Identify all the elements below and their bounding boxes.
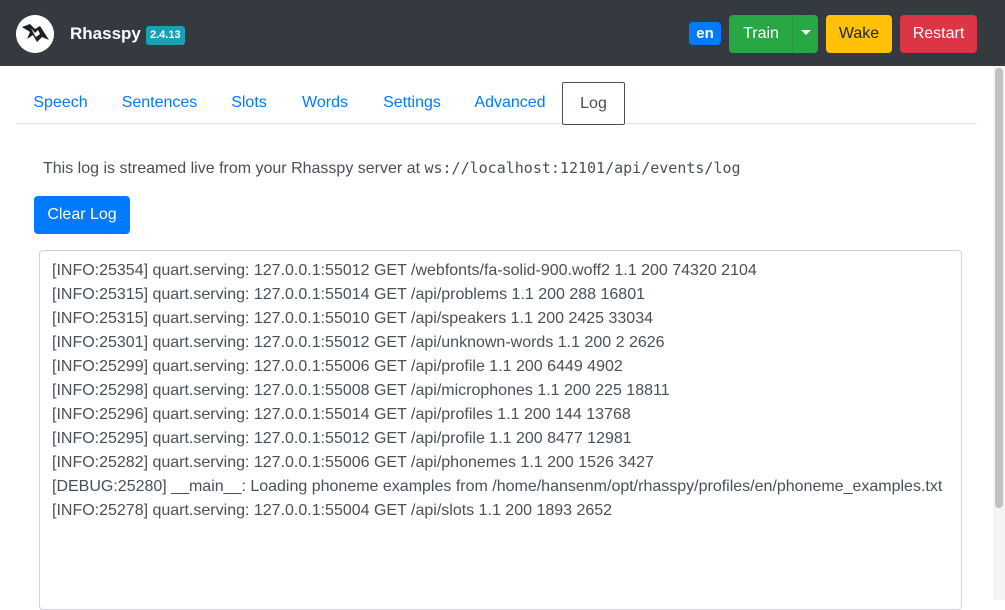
log-line: [INFO:25298] quart.serving: 127.0.0.1:55… [52, 382, 670, 399]
tab-log[interactable]: Log [562, 82, 625, 125]
log-line: [INFO:25315] quart.serving: 127.0.0.1:55… [52, 310, 653, 327]
log-textarea[interactable]: [INFO:25354] quart.serving: 127.0.0.1:55… [39, 250, 962, 610]
version-badge: 2.4.13 [146, 26, 185, 45]
language-badge: en [689, 22, 721, 45]
log-info-text: This log is streamed live from your Rhas… [43, 159, 741, 178]
log-line: [INFO:25295] quart.serving: 127.0.0.1:55… [52, 430, 632, 447]
tab-bar: Speech Sentences Slots Words Settings Ad… [16, 82, 977, 125]
log-line: [INFO:25299] quart.serving: 127.0.0.1:55… [52, 358, 623, 375]
tab-slots[interactable]: Slots [214, 82, 284, 124]
caret-down-icon [800, 29, 811, 35]
tab-sentences[interactable]: Sentences [105, 82, 214, 124]
rhasspy-logo-icon[interactable] [16, 15, 54, 53]
page-scrollbar-thumb[interactable] [995, 68, 1003, 508]
brand-name[interactable]: Rhasspy [70, 24, 141, 44]
log-line: [INFO:25354] quart.serving: 127.0.0.1:55… [52, 262, 757, 279]
restart-button[interactable]: Restart [900, 15, 977, 53]
train-dropdown-toggle[interactable] [792, 15, 818, 53]
wake-button[interactable]: Wake [826, 15, 892, 53]
log-line: [INFO:25296] quart.serving: 127.0.0.1:55… [52, 406, 631, 423]
log-info-prefix: This log is streamed live from your Rhas… [43, 160, 421, 177]
clear-log-button[interactable]: Clear Log [34, 196, 130, 234]
log-line: [INFO:25301] quart.serving: 127.0.0.1:55… [52, 334, 665, 351]
navbar: Rhasspy 2.4.13 en Train Wake Restart [0, 0, 1005, 66]
server-url: ws://localhost:12101/api/events/log [424, 159, 741, 177]
tab-advanced[interactable]: Advanced [458, 82, 562, 124]
train-button[interactable]: Train [729, 15, 793, 53]
log-line: [DEBUG:25280] __main__: Loading phoneme … [52, 478, 943, 495]
tab-settings[interactable]: Settings [366, 82, 458, 124]
tab-words[interactable]: Words [284, 82, 366, 124]
log-line: [INFO:25278] quart.serving: 127.0.0.1:55… [52, 502, 613, 519]
log-line: [INFO:25315] quart.serving: 127.0.0.1:55… [52, 286, 645, 303]
tab-speech[interactable]: Speech [16, 82, 105, 124]
log-line: [INFO:25282] quart.serving: 127.0.0.1:55… [52, 454, 654, 471]
